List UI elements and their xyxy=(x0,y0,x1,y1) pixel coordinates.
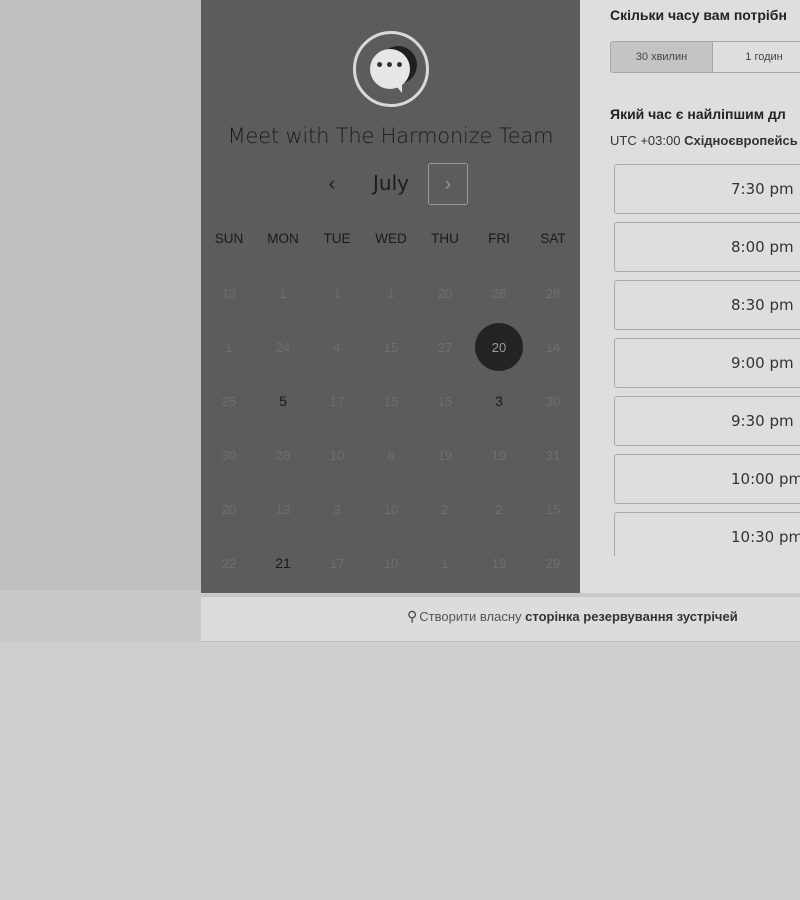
calendar-day: 3 xyxy=(333,501,341,517)
calendar-day: 2 xyxy=(495,501,503,517)
calendar-day: 30 xyxy=(545,393,561,409)
footer-link-prefix: Створити власну xyxy=(419,609,526,624)
calendar-day: 14 xyxy=(545,339,561,355)
footer-bar: ⚲ Створити власну сторінка резервування з… xyxy=(201,596,800,642)
footer-link-bold: сторінка резервування зустрічей xyxy=(525,609,738,624)
calendar-day: 1 xyxy=(387,285,395,301)
calendar-day: 6 xyxy=(387,447,395,463)
calendar-day: 1 xyxy=(441,555,449,571)
time-question: Який час є найліпшим дл xyxy=(610,106,786,122)
page-title: Meet with The Harmonize Team xyxy=(227,124,554,148)
month-label: July xyxy=(373,171,409,195)
calendar-day: 20 xyxy=(437,285,453,301)
calendar-day: 15 xyxy=(545,501,561,517)
calendar-day: 17 xyxy=(329,555,345,571)
next-month-button[interactable]: › xyxy=(428,163,468,205)
weekday-label: SAT xyxy=(540,231,566,246)
calendar-day: 25 xyxy=(221,393,237,409)
booking-widget: ••• Meet with The Harmonize Team ‹ July … xyxy=(201,0,800,642)
timezone-label: UTC +03:00 Східноєвропейсь xyxy=(610,133,798,148)
weekday-label: FRI xyxy=(488,231,510,246)
time-slot[interactable]: 7:30 pm xyxy=(614,164,800,214)
timezone-name[interactable]: Східноєвропейсь xyxy=(684,133,798,148)
calendar-day: 20 xyxy=(221,501,237,517)
calendar-day: 2 xyxy=(441,501,449,517)
time-slot-list[interactable]: 7:30 pm 8:00 pm 8:30 pm 9:00 pm 9:30 pm … xyxy=(614,164,800,556)
duration-question: Скільки часу вам потрібн xyxy=(610,7,787,23)
weekday-label: SUN xyxy=(214,231,244,246)
calendar-day-available[interactable]: 21 xyxy=(256,536,310,590)
weekday-label: TUE xyxy=(323,231,351,246)
calendar-day: 15 xyxy=(383,339,399,355)
calendar-day-available[interactable]: 3 xyxy=(472,374,526,428)
calendar-day: 28 xyxy=(545,285,561,301)
calendar-day-available[interactable]: 5 xyxy=(256,374,310,428)
calendar-day: 13 xyxy=(275,501,291,517)
hubspot-icon: ⚲ xyxy=(407,608,418,624)
calendar-week-row: 13 1 1 1 20 28 28 xyxy=(202,266,580,320)
calendar-panel: ••• Meet with The Harmonize Team ‹ July … xyxy=(201,0,580,593)
create-booking-page-link[interactable]: ⚲ Створити власну сторінка резервування з… xyxy=(407,608,738,625)
calendar-day: 15 xyxy=(437,393,453,409)
calendar-day: 31 xyxy=(545,447,561,463)
calendar-day: 29 xyxy=(545,555,561,571)
calendar-day: 27 xyxy=(437,339,453,355)
timezone-offset: UTC +03:00 xyxy=(610,133,685,148)
calendar-day-selected[interactable]: 20 xyxy=(472,320,526,374)
time-slot[interactable]: 10:00 pm xyxy=(614,454,800,504)
calendar-week-row: 22 21 17 10 1 19 29 xyxy=(202,536,580,590)
duration-option-1hour[interactable]: 1 годин xyxy=(713,42,800,72)
time-slot[interactable]: 9:00 pm xyxy=(614,338,800,388)
calendar-day: 28 xyxy=(275,447,291,463)
calendar-day: 1 xyxy=(279,285,287,301)
time-panel: Скільки часу вам потрібн 30 хвилин 1 год… xyxy=(580,0,800,593)
calendar-day: 19 xyxy=(491,447,507,463)
calendar-day: 10 xyxy=(383,501,399,517)
calendar-day: 15 xyxy=(383,393,399,409)
calendar-day: 1 xyxy=(225,339,233,355)
calendar-day: 30 xyxy=(221,447,237,463)
calendar-day: 19 xyxy=(437,447,453,463)
calendar-week-row: 1 24 4 15 27 20 14 xyxy=(202,320,580,374)
calendar-week-row: 25 5 17 15 15 3 30 xyxy=(202,374,580,428)
calendar-day: 13 xyxy=(221,285,237,301)
calendar-day: 24 xyxy=(275,339,291,355)
calendar-day: 4 xyxy=(333,339,341,355)
calendar-day: 1 xyxy=(333,285,341,301)
weekday-label: MON xyxy=(267,231,299,246)
calendar-day: 22 xyxy=(221,555,237,571)
time-slot[interactable]: 8:30 pm xyxy=(614,280,800,330)
calendar-day: 10 xyxy=(329,447,345,463)
weekday-header: SUN MON TUE WED THU FRI SAT xyxy=(202,231,580,246)
calendar-day: 10 xyxy=(383,555,399,571)
calendar-day: 19 xyxy=(491,555,507,571)
time-slot[interactable]: 9:30 pm xyxy=(614,396,800,446)
month-navigation: ‹ July › xyxy=(201,162,580,206)
calendar-day: 17 xyxy=(329,393,345,409)
chat-bubble-icon: ••• xyxy=(353,31,429,107)
prev-month-button[interactable]: ‹ xyxy=(318,170,346,198)
duration-option-30min[interactable]: 30 хвилин xyxy=(611,42,713,72)
calendar-week-row: 30 28 10 6 19 19 31 xyxy=(202,428,580,482)
weekday-label: WED xyxy=(375,231,407,246)
time-slot[interactable]: 8:00 pm xyxy=(614,222,800,272)
calendar-week-row: 20 13 3 10 2 2 15 xyxy=(202,482,580,536)
weekday-label: THU xyxy=(431,231,459,246)
time-slot[interactable]: 10:30 pm xyxy=(614,512,800,556)
calendar-grid: 13 1 1 1 20 28 28 1 24 4 15 27 20 14 25 5 17 15 15 3 30 30 28 1… xyxy=(202,266,580,590)
calendar-day: 28 xyxy=(491,285,507,301)
duration-toggle: 30 хвилин 1 годин xyxy=(610,41,800,73)
